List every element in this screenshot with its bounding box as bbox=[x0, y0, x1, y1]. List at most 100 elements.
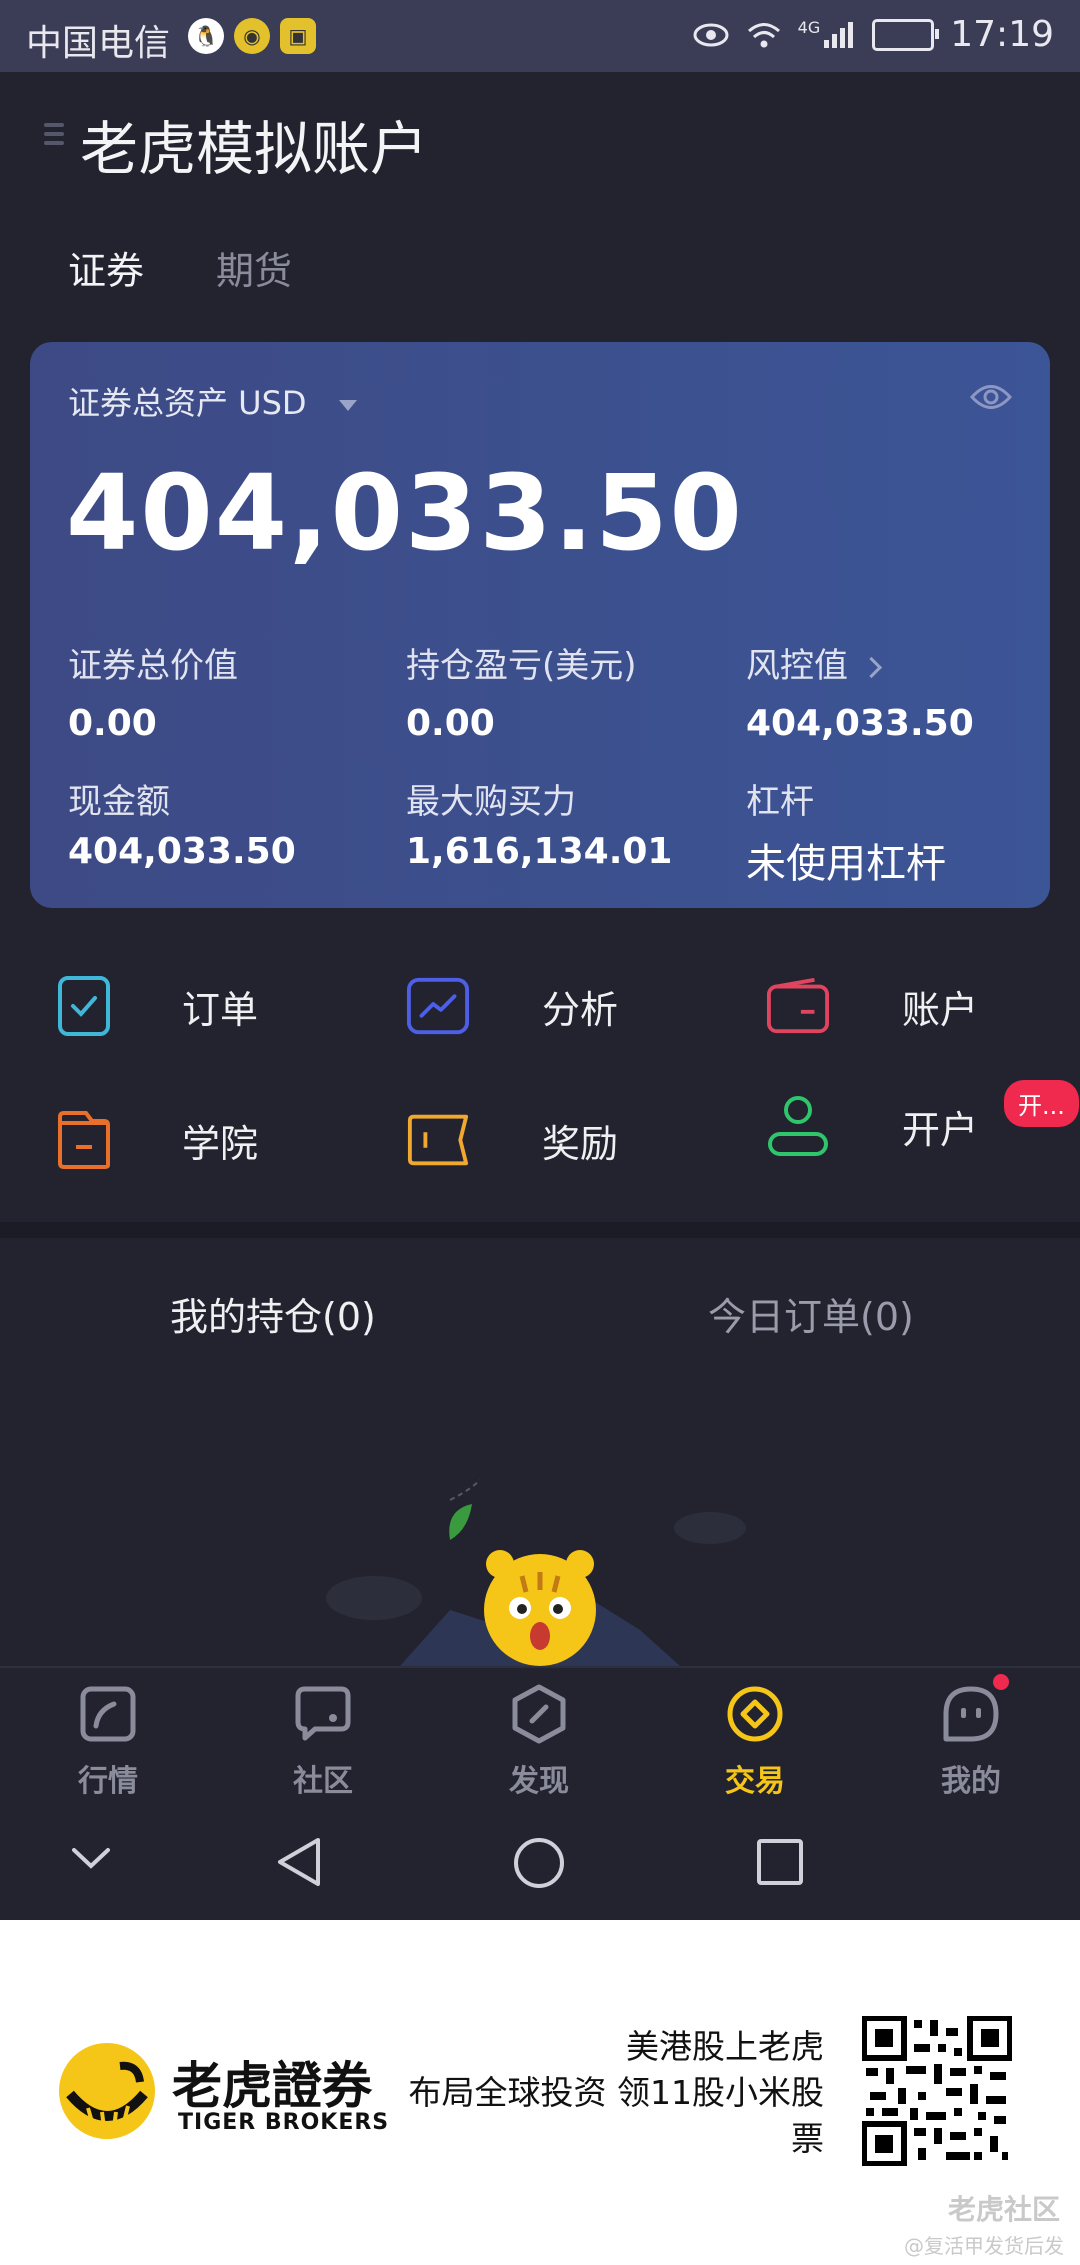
nav-label: 社区 bbox=[293, 1764, 353, 1799]
nav-profile[interactable]: 我的 bbox=[901, 1684, 1041, 1800]
caret-down-icon bbox=[338, 399, 357, 411]
trade-icon bbox=[727, 1686, 783, 1742]
feature-label: 账户 bbox=[902, 987, 979, 1032]
feature-label: 学院 bbox=[182, 1121, 259, 1166]
nav-community[interactable]: 社区 bbox=[253, 1684, 393, 1800]
app-screen: 中国电信 🐧 ◉ ▣ 4G 17:19 老虎模拟账户 证券 期货 证券总资产 U… bbox=[0, 0, 1080, 1920]
back-icon[interactable] bbox=[274, 1836, 324, 1888]
tab-futures[interactable]: 期货 bbox=[216, 240, 292, 295]
metric-buying-power: 最大购买力 1,616,134.01 bbox=[406, 774, 706, 872]
collapse-chevron-icon[interactable] bbox=[70, 1844, 112, 1872]
tab-my-holdings[interactable]: 我的持仓(0) bbox=[170, 1286, 376, 1341]
watermark-user: @复活甲发货后发 bbox=[904, 2234, 1064, 2258]
nav-market[interactable]: 行情 bbox=[38, 1684, 178, 1800]
account-type-tabs: 证券 期货 bbox=[68, 240, 292, 295]
chevron-right-icon bbox=[860, 656, 883, 679]
discover-icon bbox=[512, 1684, 566, 1744]
total-assets-value: 404,033.50 bbox=[66, 452, 744, 574]
bottom-navigation: 行情 社区 发现 交易 我的 bbox=[0, 1666, 1080, 1808]
promo-banner: 老虎證券 TIGER BROKERS 美港股上老虎 布局全球投资 领11股小米股… bbox=[0, 1920, 1080, 2265]
wallet-icon bbox=[766, 974, 830, 1038]
nav-trade[interactable]: 交易 bbox=[685, 1684, 825, 1800]
notification-dot bbox=[993, 1674, 1009, 1690]
feature-analysis[interactable]: 分析 bbox=[406, 974, 618, 1038]
brand-name-cn: 老虎證券 bbox=[172, 2056, 372, 2115]
feature-label: 奖励 bbox=[542, 1121, 619, 1166]
promo-line: 票 bbox=[791, 2119, 824, 2158]
feature-rewards[interactable]: 奖励 bbox=[406, 1108, 618, 1172]
qr-code[interactable] bbox=[862, 2016, 1012, 2166]
nav-label: 行情 bbox=[78, 1764, 138, 1799]
total-assets-label: 证券总资产 USD bbox=[68, 384, 307, 422]
menu-icon[interactable] bbox=[44, 118, 66, 154]
user-icon bbox=[766, 1094, 830, 1158]
feature-label: 订单 bbox=[182, 987, 259, 1032]
nav-discover[interactable]: 发现 bbox=[469, 1684, 609, 1800]
empty-state-tiger-illustration bbox=[326, 1479, 746, 1666]
brand-name-en: TIGER BROKERS bbox=[178, 2110, 390, 2135]
qq-icon: 🐧 bbox=[188, 18, 224, 54]
nav-label: 交易 bbox=[725, 1764, 785, 1799]
metric-value: 0.00 bbox=[68, 703, 157, 744]
eye-comfort-icon bbox=[693, 23, 729, 46]
tiger-brokers-logo bbox=[59, 2043, 155, 2139]
feature-label: 开户 bbox=[902, 1107, 979, 1152]
feature-orders[interactable]: 订单 bbox=[52, 974, 258, 1038]
community-icon bbox=[295, 1686, 351, 1741]
metric-risk-value[interactable]: 风控值 404,033.50 bbox=[746, 638, 1046, 744]
asset-card: 证券总资产 USD 404,033.50 证券总价值 0.00 持仓盈亏(美元)… bbox=[30, 342, 1050, 908]
market-icon bbox=[80, 1686, 136, 1742]
tab-securities[interactable]: 证券 bbox=[68, 240, 144, 295]
home-icon[interactable] bbox=[512, 1836, 566, 1890]
analysis-chart-icon bbox=[406, 974, 470, 1038]
order-check-icon bbox=[52, 974, 116, 1038]
folder-icon bbox=[52, 1108, 116, 1172]
carrier-name: 中国电信 bbox=[26, 23, 171, 64]
feature-academy[interactable]: 学院 bbox=[52, 1108, 258, 1172]
promo-text: 美港股上老虎 布局全球投资 领11股小米股 票 bbox=[409, 2024, 824, 2162]
nav-label: 发现 bbox=[509, 1764, 569, 1799]
metric-value: 0.00 bbox=[406, 703, 495, 744]
notification-icons: 🐧 ◉ ▣ bbox=[188, 18, 316, 54]
metric-label: 持仓盈亏(美元) bbox=[406, 646, 637, 686]
feature-label: 分析 bbox=[542, 987, 619, 1032]
profile-icon bbox=[943, 1686, 999, 1742]
clock: 17:19 bbox=[950, 14, 1054, 55]
metric-value: 404,033.50 bbox=[68, 831, 296, 872]
coin-icon: ◉ bbox=[234, 18, 270, 54]
metric-position-pnl: 持仓盈亏(美元) 0.00 bbox=[406, 638, 706, 744]
page-title: 老虎模拟账户 bbox=[80, 115, 429, 183]
watermark: 老虎社区 bbox=[947, 2193, 1060, 2226]
metric-label: 现金额 bbox=[68, 782, 170, 822]
metric-securities-value: 证券总价值 0.00 bbox=[68, 638, 368, 744]
tab-todays-orders[interactable]: 今日订单(0) bbox=[708, 1286, 914, 1341]
system-navigation-bar bbox=[0, 1806, 1080, 1920]
recent-apps-icon[interactable] bbox=[756, 1838, 804, 1886]
wifi-icon bbox=[747, 22, 780, 47]
metric-cash: 现金额 404,033.50 bbox=[68, 774, 368, 872]
metric-leverage: 杠杆 未使用杠杆 bbox=[746, 774, 1046, 889]
open-account-badge: 开... bbox=[1004, 1080, 1079, 1127]
status-right: 4G 17:19 bbox=[692, 14, 1054, 55]
feature-account[interactable]: 账户 bbox=[766, 974, 978, 1038]
network-type: 4G bbox=[797, 18, 821, 37]
feature-open-account[interactable]: 开户 bbox=[766, 1094, 978, 1158]
currency-selector[interactable]: 证券总资产 USD bbox=[68, 378, 357, 424]
promo-line: 美港股上老虎 bbox=[626, 2027, 824, 2066]
metric-value: 未使用杠杆 bbox=[746, 841, 946, 887]
metric-label-row: 风控值 bbox=[746, 638, 1046, 687]
battery-icon bbox=[872, 18, 940, 51]
section-divider bbox=[0, 1222, 1080, 1238]
ticket-icon bbox=[406, 1108, 470, 1172]
promo-line: 布局全球投资 领11股小米股 bbox=[408, 2073, 824, 2112]
nav-label: 我的 bbox=[941, 1764, 1001, 1799]
eye-toggle-icon[interactable] bbox=[970, 382, 1012, 412]
metric-label: 证券总价值 bbox=[68, 646, 238, 686]
metric-label: 风控值 bbox=[746, 646, 848, 686]
metric-value: 404,033.50 bbox=[746, 703, 974, 744]
status-bar: 中国电信 🐧 ◉ ▣ 4G 17:19 bbox=[0, 0, 1080, 72]
signal-icon bbox=[824, 21, 854, 48]
metric-label: 杠杆 bbox=[746, 782, 814, 822]
metric-value: 1,616,134.01 bbox=[406, 831, 673, 872]
metric-label: 最大购买力 bbox=[406, 782, 576, 822]
